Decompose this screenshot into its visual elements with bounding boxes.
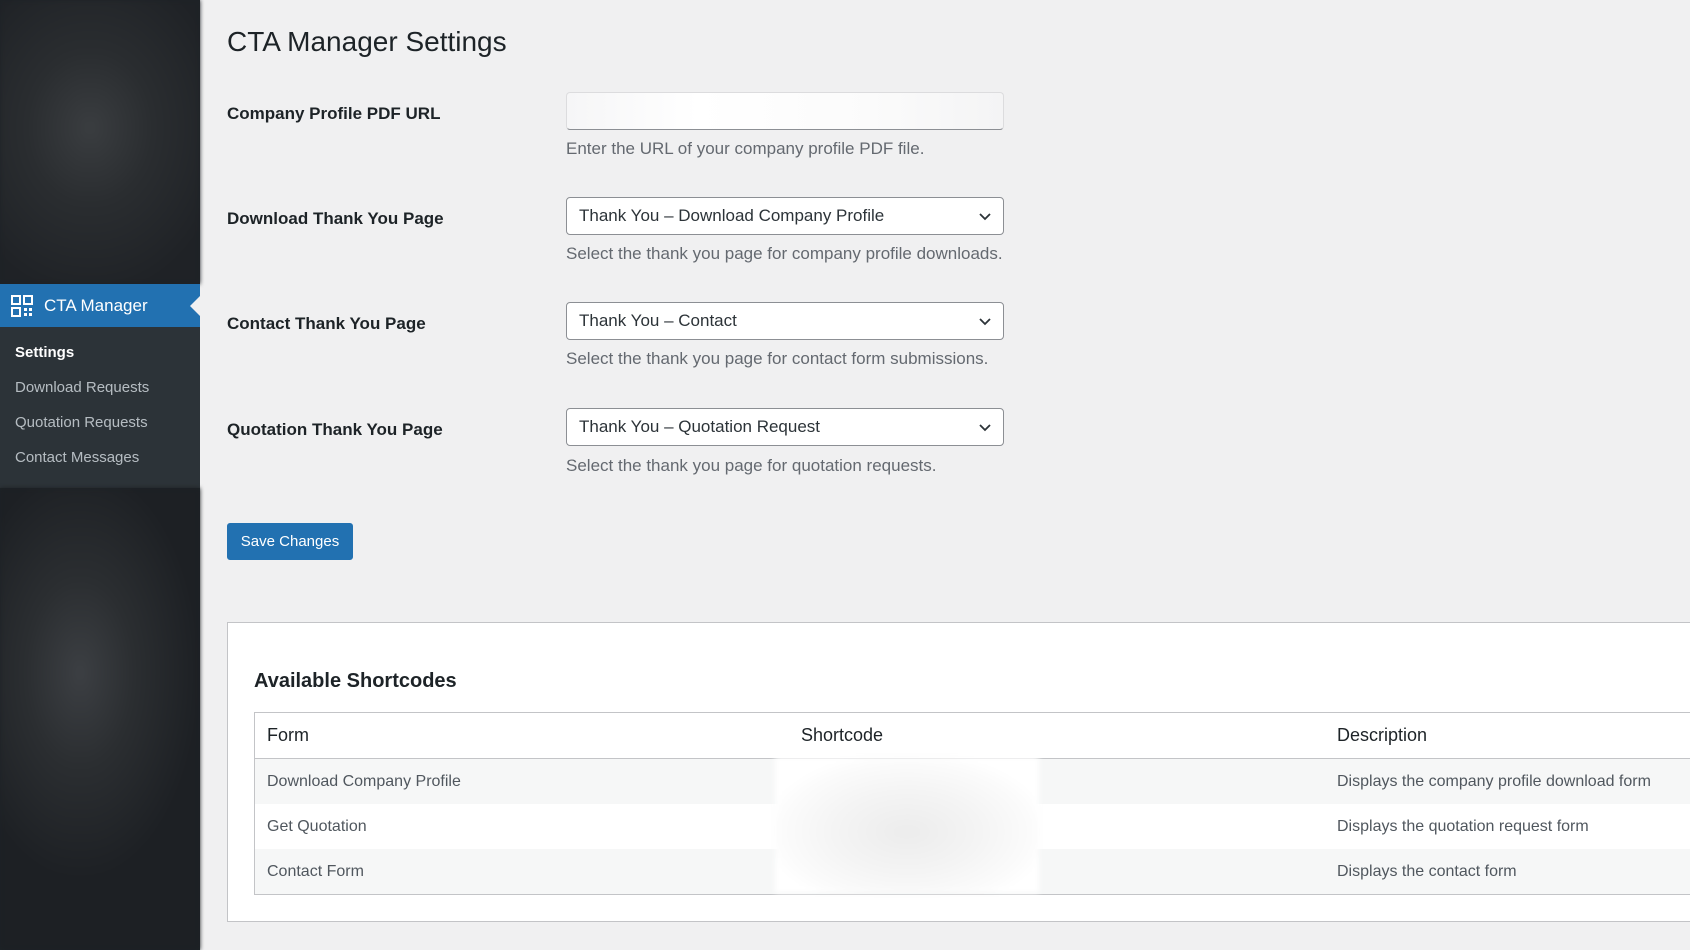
submenu: Settings Download Requests Quotation Req…	[0, 327, 200, 488]
table-header-row: Form Shortcode Description	[255, 713, 1690, 759]
submenu-item-contact-messages[interactable]: Contact Messages	[0, 440, 200, 475]
quotation-page-select[interactable]: Thank You – Quotation Request	[566, 408, 1004, 446]
download-page-label: Download Thank You Page	[227, 209, 444, 228]
row-description: Displays the company profile download fo…	[1337, 772, 1651, 790]
menu-item-cta-manager[interactable]: CTA Manager	[0, 284, 200, 327]
submenu-item-settings[interactable]: Settings	[0, 335, 200, 370]
quotation-page-selected-value: Thank You – Quotation Request	[579, 417, 821, 436]
admin-sidebar: CTA Manager Settings Download Requests Q…	[0, 0, 200, 950]
download-page-description: Select the thank you page for company pr…	[566, 244, 1003, 263]
submenu-item-quotation-requests[interactable]: Quotation Requests	[0, 405, 200, 440]
sidebar-blurred-menu-bottom	[0, 488, 200, 950]
grid-icon	[11, 294, 33, 317]
page-title: CTA Manager Settings	[227, 26, 507, 57]
quotation-page-label: Quotation Thank You Page	[227, 420, 443, 439]
pdf-url-description: Enter the URL of your company profile PD…	[566, 139, 925, 158]
save-changes-button[interactable]: Save Changes	[227, 523, 353, 560]
column-header-description: Description	[1337, 725, 1428, 745]
chevron-down-icon	[979, 213, 991, 221]
download-page-select[interactable]: Thank You – Download Company Profile	[566, 197, 1004, 235]
contact-page-selected-value: Thank You – Contact	[579, 311, 737, 330]
column-header-form: Form	[267, 725, 309, 745]
chevron-down-icon	[979, 424, 991, 432]
pdf-url-input[interactable]	[566, 92, 1004, 130]
sidebar-blurred-menu-top	[0, 0, 200, 284]
shortcode-redaction-blur	[775, 757, 1039, 893]
contact-page-label: Contact Thank You Page	[227, 314, 426, 333]
row-form: Download Company Profile	[267, 772, 461, 790]
pdf-url-label: Company Profile PDF URL	[227, 104, 441, 123]
download-page-selected-value: Thank You – Download Company Profile	[579, 206, 885, 225]
row-form: Contact Form	[267, 862, 364, 880]
quotation-page-description: Select the thank you page for quotation …	[566, 456, 937, 475]
chevron-down-icon	[979, 318, 991, 326]
row-form: Get Quotation	[267, 817, 367, 835]
column-header-shortcode: Shortcode	[801, 725, 884, 745]
menu-item-label: CTA Manager	[44, 295, 148, 315]
row-description: Displays the quotation request form	[1337, 817, 1589, 835]
shortcodes-title: Available Shortcodes	[254, 670, 457, 692]
contact-page-description: Select the thank you page for contact fo…	[566, 349, 989, 368]
row-description: Displays the contact form	[1337, 862, 1517, 880]
contact-page-select[interactable]: Thank You – Contact	[566, 302, 1004, 340]
submenu-item-download-requests[interactable]: Download Requests	[0, 370, 200, 405]
